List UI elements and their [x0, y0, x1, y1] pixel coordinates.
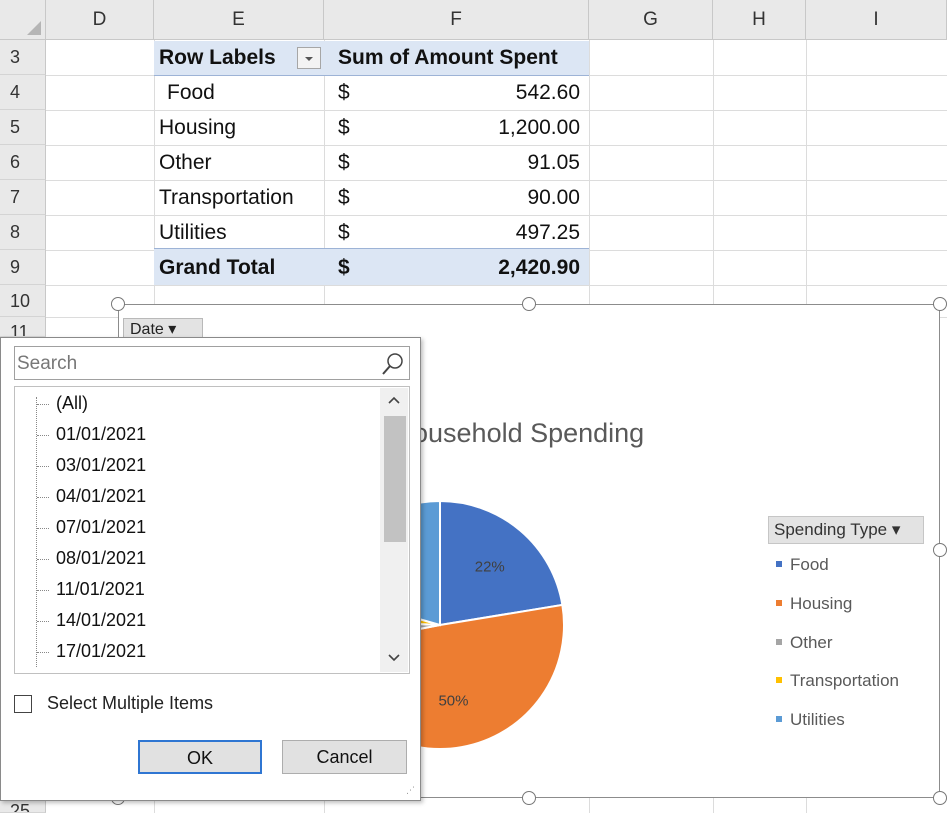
- select-multiple-label[interactable]: Select Multiple Items: [47, 693, 213, 714]
- legend-label: Food: [790, 555, 829, 574]
- search-icon[interactable]: [381, 352, 405, 376]
- pie-data-label[interactable]: 22%: [475, 558, 505, 575]
- legend-swatch: [776, 599, 782, 606]
- tree-line: [37, 497, 49, 498]
- chevron-down-icon[interactable]: [386, 652, 402, 664]
- date-items-list[interactable]: (All) 01/01/2021 03/01/2021 04/01/2021 0…: [14, 386, 410, 674]
- legend-item-housing[interactable]: Housing: [776, 594, 852, 614]
- list-item-all[interactable]: (All): [56, 393, 88, 414]
- date-filter-dropdown[interactable]: (All) 01/01/2021 03/01/2021 04/01/2021 0…: [0, 337, 421, 801]
- list-item[interactable]: 04/01/2021: [56, 486, 146, 507]
- legend-item-transportation[interactable]: Transportation: [776, 671, 899, 691]
- list-item[interactable]: 01/01/2021: [56, 424, 146, 445]
- ok-button[interactable]: OK: [138, 740, 262, 774]
- search-input[interactable]: [15, 347, 379, 381]
- tree-line: [37, 528, 49, 529]
- legend-swatch: [776, 560, 782, 567]
- list-item[interactable]: 17/01/2021: [56, 641, 146, 662]
- tree-line: [37, 466, 49, 467]
- legend-label: Utilities: [790, 710, 845, 729]
- list-item[interactable]: 14/01/2021: [56, 610, 146, 631]
- pie-data-label[interactable]: 50%: [438, 693, 468, 710]
- tree-line: [37, 435, 49, 436]
- search-box[interactable]: [14, 346, 410, 381]
- list-item[interactable]: 03/01/2021: [56, 455, 146, 476]
- resize-grip-icon[interactable]: ⋰: [406, 785, 415, 796]
- cancel-button[interactable]: Cancel: [282, 740, 407, 774]
- legend-label: Other: [790, 633, 833, 652]
- chevron-up-icon[interactable]: [386, 394, 402, 406]
- legend-swatch: [776, 676, 782, 683]
- legend-label: Housing: [790, 594, 853, 613]
- legend-item-other[interactable]: Other: [776, 633, 833, 653]
- tree-line: [36, 397, 37, 667]
- list-item[interactable]: 11/01/2021: [56, 579, 145, 600]
- legend-swatch: [776, 638, 782, 645]
- tree-line: [37, 621, 49, 622]
- tree-line: [37, 559, 49, 560]
- legend-filter-button[interactable]: Spending Type ▾: [768, 516, 924, 544]
- list-item[interactable]: 07/01/2021: [56, 517, 146, 538]
- tree-line: [37, 652, 49, 653]
- legend-swatch: [776, 715, 782, 722]
- scrollbar-thumb[interactable]: [384, 416, 406, 542]
- legend-item-food[interactable]: Food: [776, 555, 829, 575]
- tree-line: [37, 590, 49, 591]
- legend-label: Transportation: [790, 671, 899, 690]
- list-item[interactable]: 08/01/2021: [56, 548, 146, 569]
- tree-line: [37, 404, 49, 405]
- scrollbar[interactable]: [380, 388, 408, 672]
- select-multiple-checkbox[interactable]: [14, 695, 32, 713]
- legend-item-utilities[interactable]: Utilities: [776, 710, 845, 730]
